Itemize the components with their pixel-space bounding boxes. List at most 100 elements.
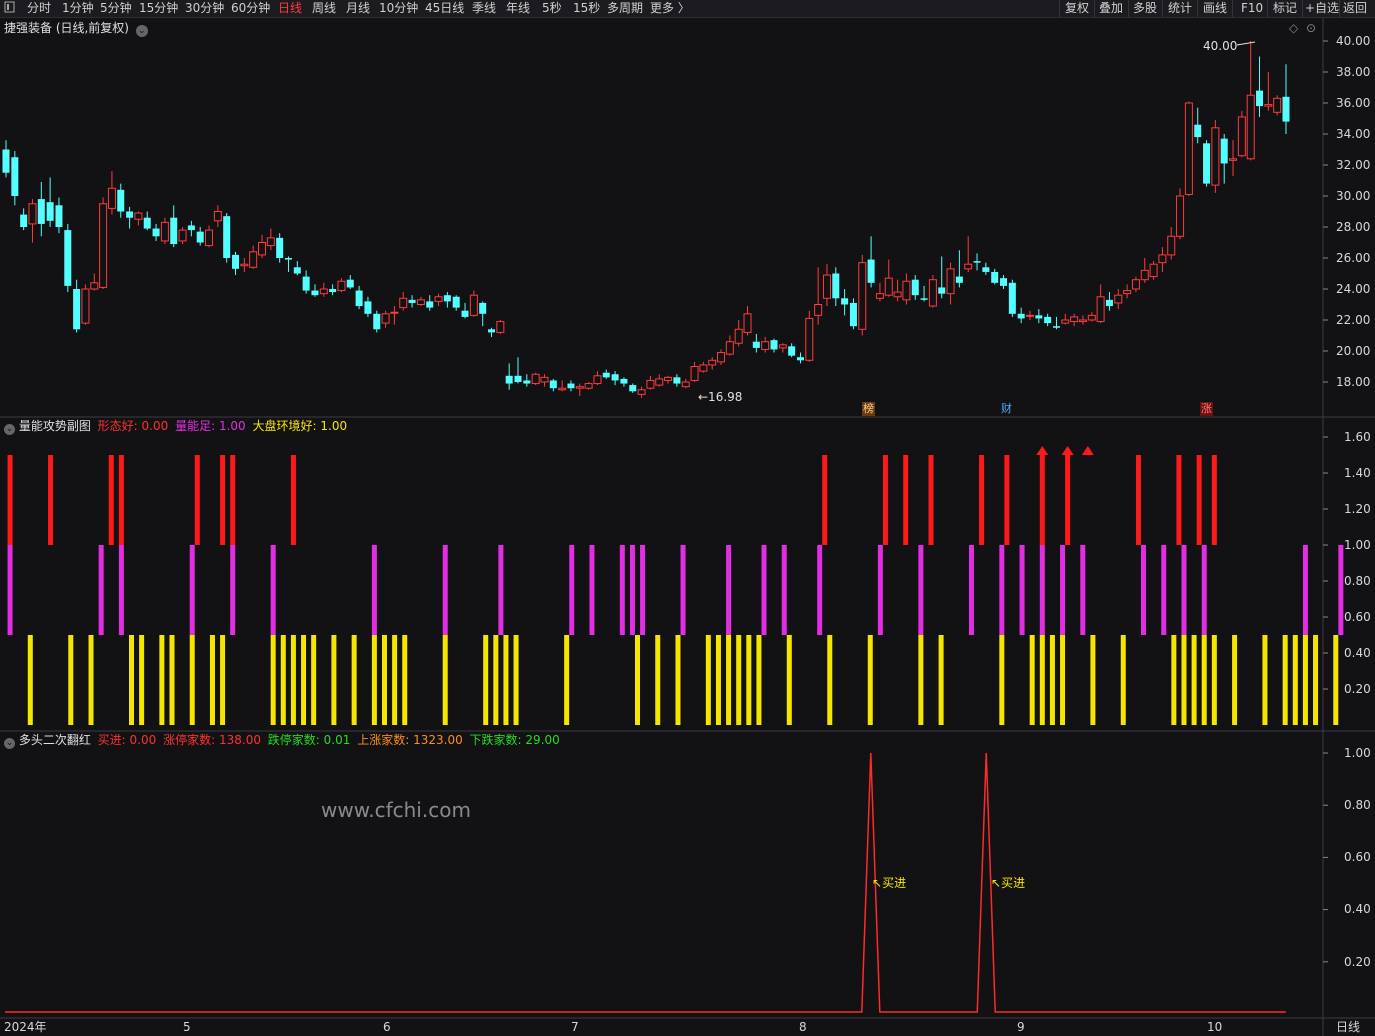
magenta-bar	[371, 545, 377, 635]
yellow-bar	[483, 635, 489, 725]
magenta-bar	[569, 545, 575, 635]
panel3-item-buy: 买进: 0.00	[97, 733, 157, 747]
diamond-icon[interactable]: ◇	[1289, 21, 1298, 35]
candle-body-up	[1158, 254, 1167, 264]
candle-body-up	[1078, 319, 1087, 323]
magenta-bar	[498, 545, 504, 635]
candle-body-up	[690, 366, 699, 381]
x-label-oct: 10	[1207, 1020, 1223, 1034]
candle-body-down	[514, 375, 522, 382]
candle-body-down	[920, 298, 928, 300]
candle-body-down	[602, 372, 610, 378]
candle-body-up	[664, 376, 673, 381]
period-label-daily[interactable]: 日线	[1336, 1021, 1360, 1033]
magenta-bar	[1019, 545, 1025, 635]
candle-body-up	[1246, 94, 1255, 160]
collapse-circle-icon[interactable]: ⌄	[4, 424, 15, 435]
red-bar	[7, 455, 13, 545]
candle-body-down	[505, 375, 513, 384]
red-bar	[882, 455, 888, 545]
magenta-bar	[640, 545, 646, 635]
candle-body-up	[249, 251, 258, 268]
yellow-bar	[1039, 635, 1045, 725]
magenta-bar	[761, 545, 767, 635]
candle-body-up	[575, 386, 584, 389]
candle-body-down	[567, 383, 575, 389]
candle-body-down	[302, 276, 310, 291]
candle-body-down	[991, 271, 999, 283]
y-tick: 0.20	[1344, 682, 1371, 696]
candle-body-down	[355, 290, 363, 307]
candle-body-up	[266, 237, 275, 247]
candle-body-up	[531, 373, 540, 385]
candle-body-down	[187, 225, 195, 231]
yellow-bar	[290, 635, 296, 725]
yellow-bar	[756, 635, 762, 725]
stock-title: 捷强装备 (日线,前复权)	[4, 21, 129, 35]
candle-body-down	[611, 374, 619, 381]
yellow-bar	[493, 635, 499, 725]
yellow-bar	[68, 635, 74, 725]
marker-cai[interactable]: 财	[1001, 402, 1012, 416]
yellow-bar	[88, 635, 94, 725]
yellow-bar	[1171, 635, 1177, 725]
settings-small-icon[interactable]: ⊙	[1306, 21, 1316, 35]
y-tick: 1.20	[1344, 502, 1371, 516]
candle-body-down	[620, 378, 628, 384]
magenta-bar	[726, 545, 732, 635]
kline-chart-area[interactable]	[0, 0, 1375, 1036]
candle-body-up	[1229, 158, 1238, 161]
candle-body-up	[390, 311, 399, 314]
yellow-bar	[1282, 635, 1288, 725]
candle-body-down	[284, 258, 292, 260]
candle-body-down	[488, 329, 496, 333]
yellow-bar	[938, 635, 944, 725]
y-tick: 22.00	[1336, 313, 1371, 327]
magenta-bar	[1039, 545, 1045, 635]
up-arrow	[1061, 446, 1074, 455]
red-bar	[194, 455, 200, 545]
dropdown-circle-icon[interactable]: ⌄	[135, 25, 148, 37]
marker-bang[interactable]: 榜	[862, 402, 875, 416]
collapse-circle-icon[interactable]: ⌄	[4, 738, 15, 749]
candle-body-down	[1008, 282, 1016, 314]
candle-body-up	[319, 288, 328, 295]
candle-body-down	[629, 385, 637, 392]
magenta-bar	[270, 545, 276, 635]
candle-body-up	[778, 344, 787, 349]
red-bar	[1135, 455, 1141, 545]
candle-body-down	[1203, 143, 1211, 184]
y-tick: 26.00	[1336, 251, 1371, 265]
candle-body-up	[1149, 263, 1158, 278]
candle-body-down	[1194, 124, 1202, 138]
red-bar	[1065, 455, 1071, 545]
candle-body-down	[452, 296, 460, 308]
red-bar	[230, 455, 236, 545]
candle-body-down	[170, 217, 178, 245]
yellow-bar	[311, 635, 317, 725]
yellow-bar	[159, 635, 165, 725]
candle-body-down	[276, 237, 284, 258]
candle-body-up	[1264, 104, 1273, 107]
candle-body-up	[99, 203, 108, 288]
candle-body-down	[867, 259, 875, 283]
magenta-bar	[118, 545, 124, 635]
candle-body-up	[558, 387, 567, 391]
candle-body-down	[1017, 313, 1025, 319]
red-bar	[48, 455, 54, 545]
y-tick: 1.40	[1344, 466, 1371, 480]
red-bar	[1039, 455, 1045, 545]
yellow-bar	[301, 635, 307, 725]
yellow-bar	[371, 635, 377, 725]
yellow-bar	[675, 635, 681, 725]
yellow-bar	[999, 635, 1005, 725]
marker-zhang[interactable]: 涨	[1200, 402, 1213, 416]
yellow-bar	[786, 635, 792, 725]
candle-body-down	[11, 157, 19, 196]
yellow-bar	[1049, 635, 1055, 725]
panel2-name: 量能攻势副图	[18, 419, 91, 433]
red-bar	[118, 455, 124, 545]
candle-body-down	[1044, 316, 1052, 324]
yellow-bar	[169, 635, 175, 725]
candle-body-down	[461, 310, 469, 317]
